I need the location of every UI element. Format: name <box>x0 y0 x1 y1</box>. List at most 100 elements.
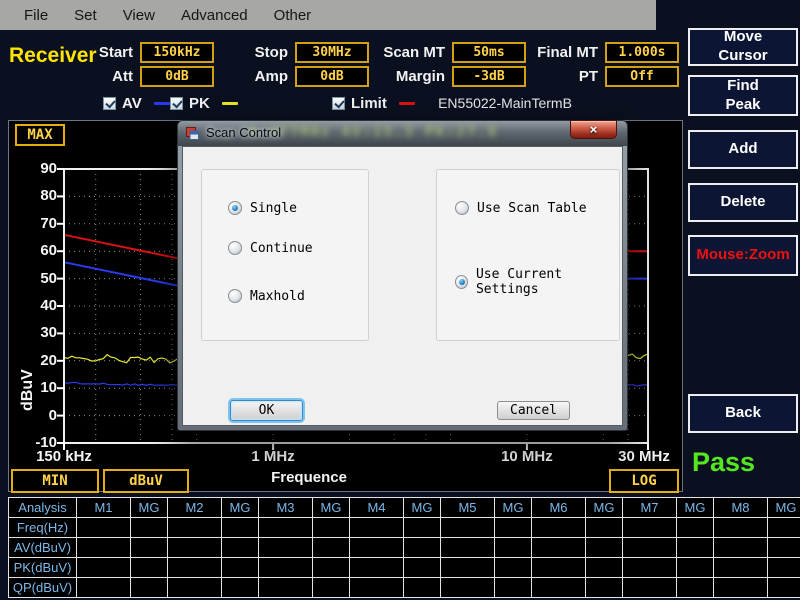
back-button[interactable]: Back <box>688 394 798 433</box>
pk-checkbox-label: PK <box>189 95 210 112</box>
x-axis-tick-label: 150 kHz <box>24 448 104 465</box>
table-cell <box>168 558 221 577</box>
menu-set[interactable]: Set <box>74 7 97 24</box>
table-header-cell: M5 <box>441 498 494 517</box>
min-button[interactable]: MIN <box>11 469 99 493</box>
radio-icon[interactable] <box>455 275 468 289</box>
radio-maxhold[interactable]: Maxhold <box>228 288 305 304</box>
table-cell <box>768 518 800 537</box>
att-field-group: Att 0dB <box>85 66 214 87</box>
table-cell <box>404 538 440 557</box>
dialog-titlebar[interactable]: 0.377MHz AV:15.3 PK:27.8 Scan Control × <box>178 121 627 146</box>
radio-single[interactable]: Single <box>228 200 297 216</box>
table-cell <box>495 558 531 577</box>
table-header-cell: Analysis <box>9 498 76 517</box>
table-cell <box>441 558 494 577</box>
margin-label: Margin <box>375 68 445 85</box>
table-header-cell: MG <box>313 498 349 517</box>
x-axis-title: Frequence <box>209 469 409 486</box>
av-checkbox-icon[interactable] <box>103 97 116 110</box>
pt-field-group: PT Off <box>528 66 679 87</box>
table-header-cell: M6 <box>532 498 585 517</box>
y-axis-tick-label: 10 <box>17 379 57 396</box>
add-button[interactable]: Add <box>688 130 798 169</box>
table-cell <box>313 538 349 557</box>
pk-trace-toggle[interactable]: PK <box>170 96 238 111</box>
table-cell <box>350 518 403 537</box>
close-icon[interactable]: × <box>570 120 617 139</box>
max-button[interactable]: MAX <box>15 124 65 146</box>
table-header-cell: MG <box>222 498 258 517</box>
y-axis-tick-label: 20 <box>17 352 57 369</box>
table-cell <box>222 558 258 577</box>
table-cell <box>441 578 494 597</box>
table-cell <box>77 518 130 537</box>
start-value-field[interactable]: 150kHz <box>140 42 214 63</box>
limit-trace-toggle[interactable]: Limit <box>332 96 415 111</box>
table-header-cell: M4 <box>350 498 403 517</box>
scan-mt-value-field[interactable]: 50ms <box>452 42 526 63</box>
radio-icon[interactable] <box>228 201 242 215</box>
amp-label: Amp <box>240 68 288 85</box>
find-peak-button[interactable]: Find Peak <box>688 75 798 116</box>
table-cell <box>350 558 403 577</box>
table-cell <box>586 538 622 557</box>
av-trace-toggle[interactable]: AV <box>103 96 170 111</box>
pk-trace-color-swatch <box>222 102 238 105</box>
table-cell <box>404 578 440 597</box>
pt-label: PT <box>528 68 598 85</box>
margin-value-field[interactable]: -3dB <box>452 66 526 87</box>
amp-value-field[interactable]: 0dB <box>295 66 369 87</box>
att-value-field[interactable]: 0dB <box>140 66 214 87</box>
menu-file[interactable]: File <box>24 7 48 24</box>
y-axis-tick-label: 60 <box>17 242 57 259</box>
pk-checkbox-icon[interactable] <box>170 97 183 110</box>
x-axis-tick-label: 30 MHz <box>604 448 684 465</box>
table-cell <box>350 578 403 597</box>
log-scale-button[interactable]: LOG <box>609 469 679 493</box>
menu-other[interactable]: Other <box>274 7 312 24</box>
radio-single-label: Single <box>250 201 297 216</box>
radio-use-scan-table[interactable]: Use Scan Table <box>455 200 587 216</box>
table-cell <box>131 538 167 557</box>
scan-mode-groupbox: Single Continue Maxhold <box>201 169 369 341</box>
move-cursor-button[interactable]: Move Cursor <box>688 28 798 66</box>
pt-value-field[interactable]: Off <box>605 66 679 87</box>
table-cell <box>714 538 767 557</box>
radio-continue[interactable]: Continue <box>228 240 313 256</box>
table-cell <box>495 578 531 597</box>
table-cell <box>168 538 221 557</box>
scan-mt-field-group: Scan MT 50ms <box>375 42 526 63</box>
form-icon <box>186 127 199 140</box>
ok-button[interactable]: OK <box>230 400 303 421</box>
table-cell <box>313 558 349 577</box>
stop-value-field[interactable]: 30MHz <box>295 42 369 63</box>
radio-use-current-settings[interactable]: Use Current Settings <box>455 274 619 290</box>
cancel-button[interactable]: Cancel <box>497 401 570 420</box>
dialog-title: Scan Control <box>206 125 281 140</box>
table-cell <box>350 538 403 557</box>
table-cell <box>532 518 585 537</box>
radio-icon[interactable] <box>455 201 469 215</box>
final-mt-value-field[interactable]: 1.000s <box>605 42 679 63</box>
menu-view[interactable]: View <box>123 7 155 24</box>
radio-use-scan-table-label: Use Scan Table <box>477 201 587 216</box>
table-header-cell: MG <box>404 498 440 517</box>
blurred-marker-readout: 0.377MHz AV:15.3 PK:27.8 <box>248 124 498 140</box>
radio-icon[interactable] <box>228 241 242 255</box>
radio-maxhold-label: Maxhold <box>250 289 305 304</box>
table-header-cell: M2 <box>168 498 221 517</box>
delete-button[interactable]: Delete <box>688 183 798 222</box>
limit-checkbox-icon[interactable] <box>332 97 345 110</box>
stop-field-group: Stop 30MHz <box>240 42 369 63</box>
mouse-zoom-button[interactable]: Mouse:Zoom <box>688 235 798 276</box>
table-cell <box>586 558 622 577</box>
table-row-label: PK(dBuV) <box>9 558 76 577</box>
menu-advanced[interactable]: Advanced <box>181 7 248 24</box>
radio-icon[interactable] <box>228 289 242 303</box>
unit-button[interactable]: dBuV <box>103 469 189 493</box>
table-cell <box>441 538 494 557</box>
table-cell <box>131 578 167 597</box>
table-row-label: Freq(Hz) <box>9 518 76 537</box>
table-cell <box>259 578 312 597</box>
